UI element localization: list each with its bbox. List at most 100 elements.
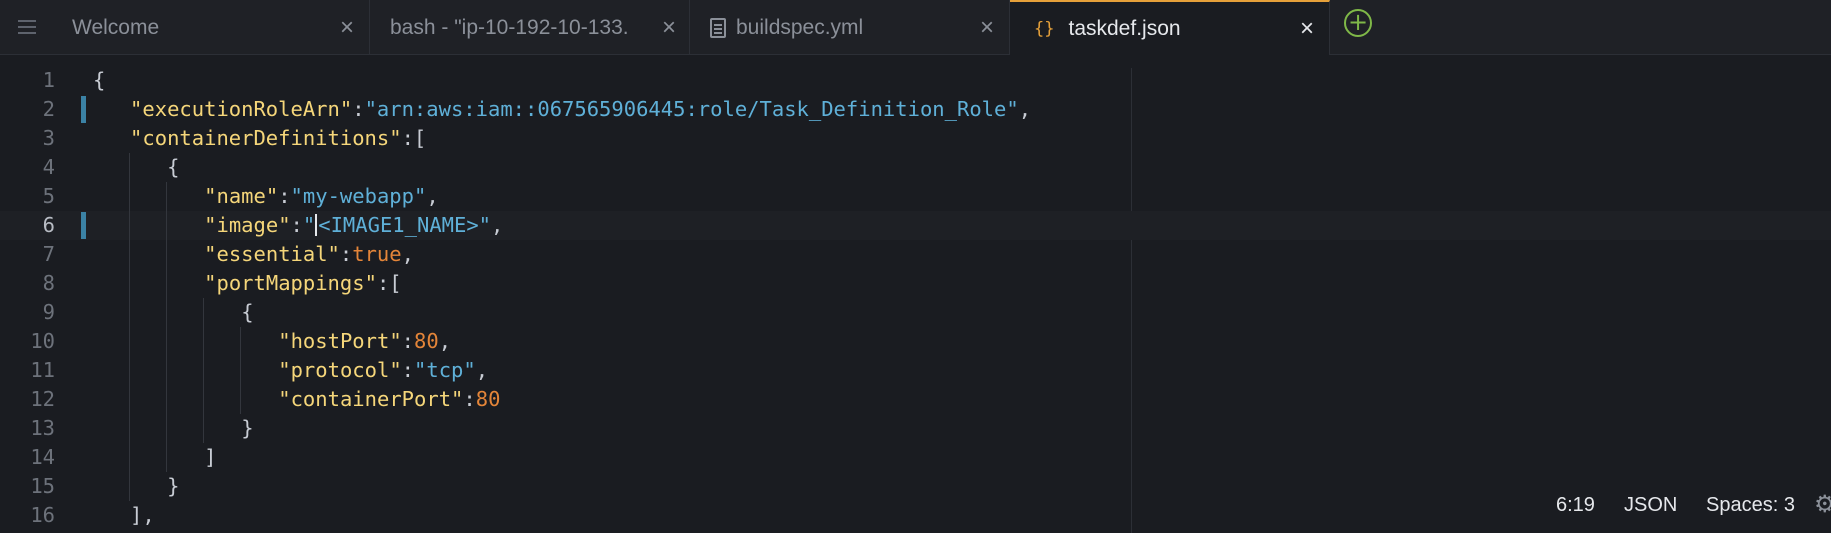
code-token: {	[93, 68, 106, 92]
indent-guide	[166, 414, 168, 443]
indent-guide	[129, 269, 131, 298]
indent-guide	[129, 414, 131, 443]
code-token: ,	[491, 213, 504, 237]
close-icon[interactable]: ×	[340, 15, 354, 40]
code-token: "name"	[204, 184, 279, 208]
code-line[interactable]: 8 "portMappings":[	[0, 269, 1831, 298]
code-token: "hostPort"	[278, 329, 402, 353]
code-token: :	[401, 329, 415, 353]
menu-icon[interactable]	[12, 12, 42, 42]
code-text: {	[93, 66, 105, 95]
close-icon[interactable]: ×	[662, 15, 676, 40]
code-token: {	[167, 155, 180, 179]
indent-guide	[203, 298, 205, 327]
code-text: "hostPort":80,	[278, 327, 451, 356]
gear-icon[interactable]: ⚙	[1814, 490, 1831, 518]
code-line[interactable]: 12 "containerPort":80	[0, 385, 1831, 414]
indent-guide	[129, 211, 131, 240]
indent-guide	[129, 182, 131, 211]
file-icon	[710, 17, 726, 38]
line-number: 7	[42, 242, 55, 266]
indent-guide	[166, 240, 168, 269]
code-token: 80	[414, 329, 439, 353]
line-number: 14	[30, 445, 55, 469]
indent-guide	[203, 414, 205, 443]
code-token: "executionRoleArn"	[130, 97, 353, 121]
code-line[interactable]: 14]	[0, 443, 1831, 472]
code-token: "my-webapp"	[290, 184, 427, 208]
code-token: :	[278, 184, 291, 208]
indent-guide	[240, 327, 242, 356]
code-token: ,	[475, 358, 489, 382]
indent-guide	[129, 240, 131, 269]
code-token: "arn:aws:iam::067565906445:role/Task_Def…	[364, 97, 1019, 121]
tab-label: taskdef.json	[1068, 16, 1181, 40]
code-line[interactable]: 1{	[0, 66, 1831, 95]
tab-bar: Welcome × bash - "ip-10-192-10-133. × bu…	[0, 0, 1831, 55]
plus-circle-icon[interactable]: +	[1344, 9, 1372, 37]
tab-bash[interactable]: bash - "ip-10-192-10-133. ×	[370, 0, 690, 55]
code-token: :	[463, 387, 476, 411]
json-file-icon: {}	[1034, 18, 1055, 39]
code-token: "protocol"	[278, 358, 402, 382]
code-line[interactable]: 13}	[0, 414, 1831, 443]
code-token: "containerPort"	[278, 387, 464, 411]
close-icon[interactable]: ×	[1300, 16, 1314, 41]
indent-guide	[240, 385, 242, 414]
code-token: "tcp"	[414, 358, 476, 382]
code-text: }	[167, 472, 179, 501]
code-line[interactable]: 3 "containerDefinitions":[	[0, 124, 1831, 153]
text-cursor	[315, 214, 318, 236]
language-mode[interactable]: JSON	[1624, 494, 1677, 517]
line-number: 2	[42, 97, 55, 121]
indent-guide	[166, 182, 168, 211]
tab-taskdef[interactable]: {} taskdef.json ×	[1010, 0, 1330, 55]
line-number: 1	[42, 68, 55, 92]
code-token: :	[401, 358, 415, 382]
code-line[interactable]: 5 "name":"my-webapp",	[0, 182, 1831, 211]
indent-guide	[166, 211, 168, 240]
indent-guide	[240, 356, 242, 385]
code-token: ,	[438, 329, 452, 353]
line-number: 8	[42, 271, 55, 295]
code-line[interactable]: 10 "hostPort":80,	[0, 327, 1831, 356]
indent-guide	[129, 385, 131, 414]
code-line[interactable]: 6 "image":" <IMAGE1_NAME>",	[0, 211, 1831, 240]
indent-guide	[203, 356, 205, 385]
indent-guide	[203, 327, 205, 356]
line-number: 5	[42, 184, 55, 208]
code-token: {	[241, 300, 254, 324]
code-token: }	[167, 474, 180, 498]
code-token: "	[302, 213, 316, 237]
line-number: 11	[30, 358, 55, 382]
code-line[interactable]: 11 "protocol":"tcp",	[0, 356, 1831, 385]
code-line[interactable]: 2 "executionRoleArn":"arn:aws:iam::067565…	[0, 95, 1831, 124]
line-number: 15	[30, 474, 55, 498]
code-editor[interactable]: 1{2 "executionRoleArn":"arn:aws:iam::0675…	[0, 56, 1831, 533]
line-number: 13	[30, 416, 55, 440]
code-line[interactable]: 4{	[0, 153, 1831, 182]
code-text: "image":" <IMAGE1_NAME>",	[204, 211, 503, 240]
indent-guide	[129, 298, 131, 327]
close-icon[interactable]: ×	[980, 15, 994, 40]
indentation-setting[interactable]: Spaces: 3	[1706, 494, 1795, 517]
indent-guide	[129, 472, 131, 501]
code-text: "containerDefinitions":[	[130, 124, 426, 153]
line-number: 16	[30, 503, 55, 527]
code-text: }	[241, 414, 253, 443]
tab-welcome[interactable]: Welcome ×	[50, 0, 370, 55]
code-token: "containerDefinitions"	[130, 126, 402, 150]
indent-guide	[129, 327, 131, 356]
code-token: :[	[401, 126, 427, 150]
code-text: ],	[130, 501, 155, 530]
indent-guide	[166, 298, 168, 327]
code-token: ],	[130, 503, 155, 527]
indent-guide	[129, 153, 131, 182]
code-token: :[	[376, 271, 402, 295]
line-number: 9	[42, 300, 55, 324]
tab-buildspec[interactable]: buildspec.yml ×	[690, 0, 1010, 55]
cursor-position[interactable]: 6:19	[1556, 494, 1595, 517]
code-line[interactable]: 9{	[0, 298, 1831, 327]
code-token: 80	[475, 387, 501, 411]
code-line[interactable]: 7 "essential":true,	[0, 240, 1831, 269]
